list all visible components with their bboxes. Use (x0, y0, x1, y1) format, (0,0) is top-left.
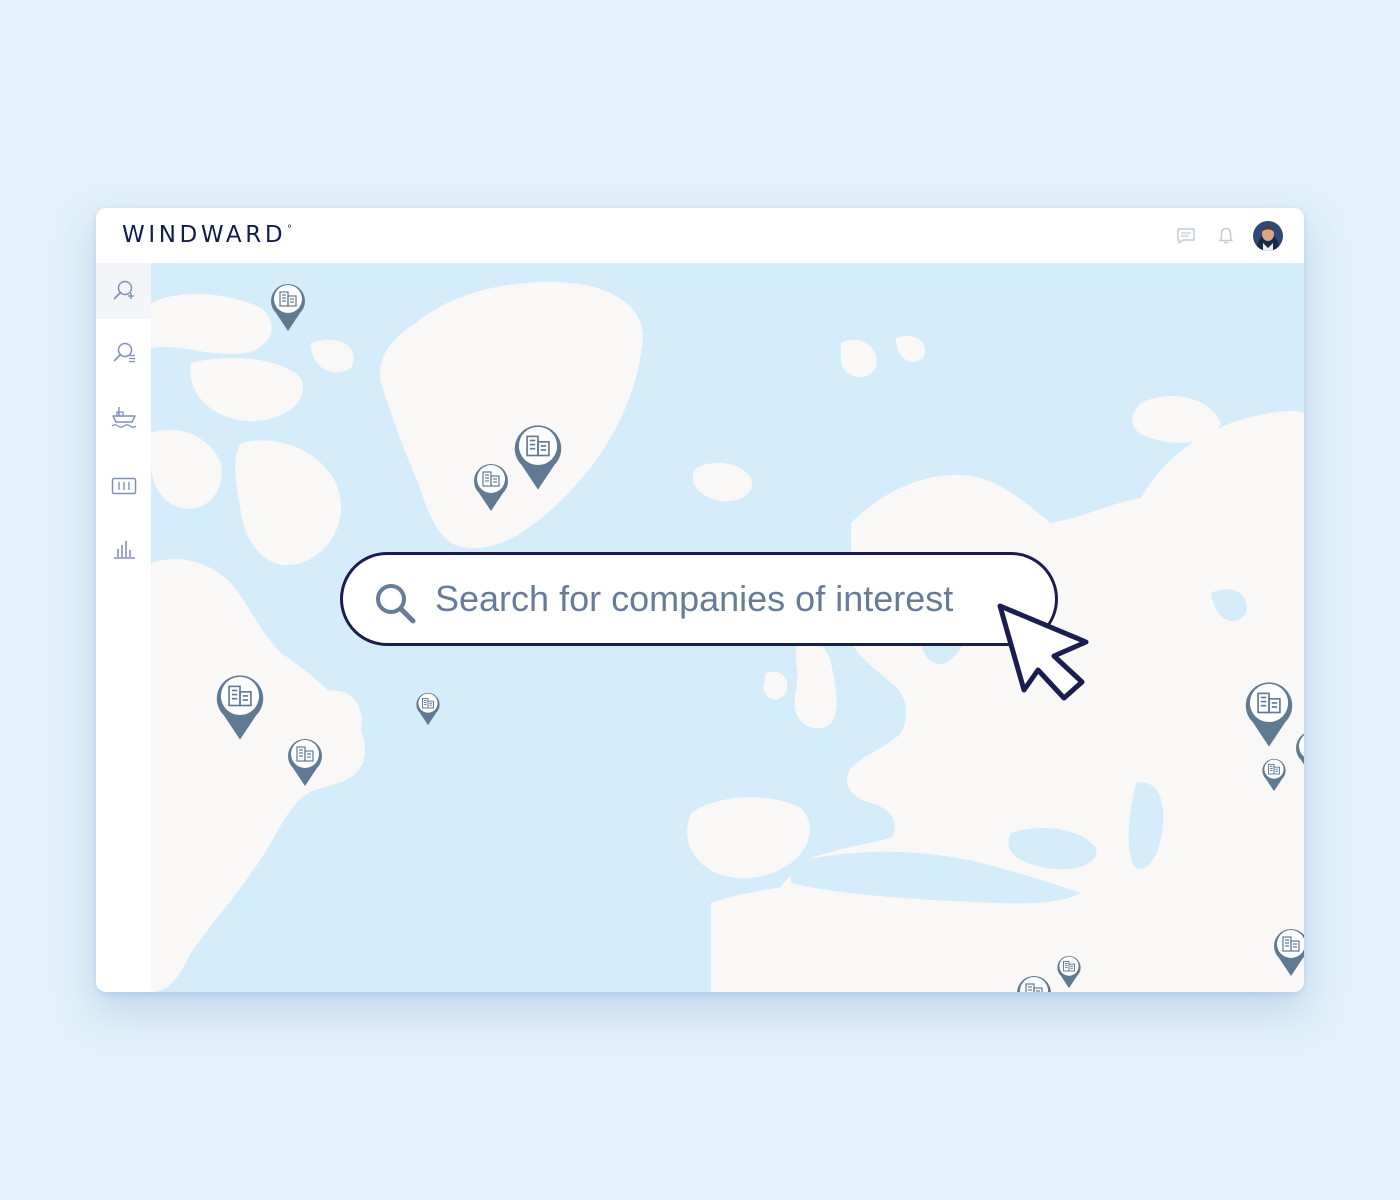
company-map-marker[interactable] (1272, 925, 1304, 977)
company-map-marker[interactable] (415, 690, 441, 726)
company-search-input[interactable]: Search for companies of interest (340, 552, 1058, 646)
company-map-marker[interactable] (269, 280, 307, 332)
search-list-icon (113, 342, 135, 363)
company-map-marker[interactable] (1056, 953, 1082, 989)
sidebar-item-vessels[interactable] (96, 389, 151, 445)
sidebar-item-analytics[interactable] (96, 521, 151, 577)
top-bar: WINDWARD° (96, 208, 1304, 264)
search-placeholder: Search for companies of interest (435, 578, 954, 619)
company-map-marker[interactable] (286, 735, 324, 787)
container-icon (111, 477, 136, 495)
brand-name: WINDWARD (122, 222, 287, 248)
company-map-marker[interactable] (472, 460, 510, 512)
company-map-marker[interactable] (214, 670, 266, 741)
sidebar-item-containers[interactable] (96, 458, 151, 514)
brand-logo[interactable]: WINDWARD° (122, 222, 292, 248)
bell-icon[interactable] (1216, 226, 1236, 246)
mouse-pointer-icon (997, 603, 1089, 701)
company-map-marker[interactable] (1015, 972, 1053, 992)
sidebar (96, 263, 152, 992)
sidebar-item-company-search[interactable] (96, 263, 151, 319)
search-icon (376, 584, 416, 624)
search-plus-icon (113, 280, 134, 300)
ship-icon (111, 407, 136, 428)
company-map-marker[interactable] (1261, 756, 1287, 792)
user-avatar[interactable] (1253, 221, 1283, 251)
company-map-marker[interactable] (1243, 677, 1295, 748)
company-map-marker[interactable] (1294, 727, 1304, 779)
sidebar-item-search-list[interactable] (96, 325, 151, 381)
chat-icon[interactable] (1176, 226, 1196, 246)
bar-chart-icon (113, 541, 135, 559)
company-map-marker[interactable] (512, 420, 564, 491)
brand-mark: ° (287, 224, 293, 235)
